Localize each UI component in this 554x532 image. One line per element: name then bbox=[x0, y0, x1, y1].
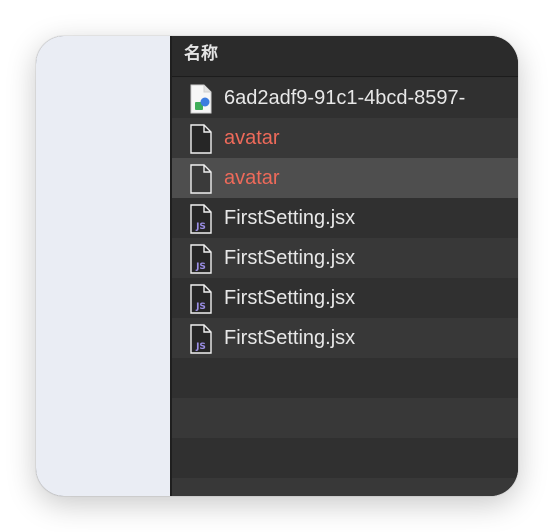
file-name: avatar bbox=[224, 167, 280, 189]
column-header[interactable]: 名称 bbox=[172, 36, 518, 77]
file-list: 名称 6ad2adf9-91c1-4bcd-8597- avatar avata… bbox=[172, 36, 518, 496]
empty-row bbox=[172, 478, 518, 496]
sidebar bbox=[36, 36, 170, 496]
file-row[interactable]: JS FirstSetting.jsx bbox=[172, 278, 518, 318]
file-name: avatar bbox=[224, 127, 280, 149]
finder-window: 名称 6ad2adf9-91c1-4bcd-8597- avatar avata… bbox=[36, 36, 518, 496]
jsx-file-icon: JS bbox=[188, 284, 214, 314]
jsx-badge: JS bbox=[195, 222, 206, 232]
blank-file-icon bbox=[188, 124, 214, 154]
empty-row bbox=[172, 398, 518, 438]
empty-row bbox=[172, 358, 518, 398]
file-row-selected[interactable]: avatar bbox=[172, 158, 518, 198]
jsx-badge: JS bbox=[195, 342, 206, 352]
jsx-badge: JS bbox=[195, 302, 206, 312]
jsx-file-icon: JS bbox=[188, 204, 214, 234]
file-row[interactable]: 6ad2adf9-91c1-4bcd-8597- bbox=[172, 78, 518, 118]
file-name: FirstSetting.jsx bbox=[224, 287, 356, 309]
file-name: 6ad2adf9-91c1-4bcd-8597- bbox=[224, 87, 466, 109]
jsx-badge: JS bbox=[195, 262, 206, 272]
column-header-name[interactable]: 名称 bbox=[184, 39, 218, 64]
file-name: FirstSetting.jsx bbox=[224, 327, 356, 349]
image-file-icon bbox=[188, 84, 214, 114]
file-row[interactable]: JS FirstSetting.jsx bbox=[172, 238, 518, 278]
empty-row bbox=[172, 438, 518, 478]
jsx-file-icon: JS bbox=[188, 324, 214, 354]
jsx-file-icon: JS bbox=[188, 244, 214, 274]
file-row[interactable]: JS FirstSetting.jsx bbox=[172, 318, 518, 358]
file-row[interactable]: avatar bbox=[172, 118, 518, 158]
file-name: FirstSetting.jsx bbox=[224, 207, 356, 229]
file-row[interactable]: JS FirstSetting.jsx bbox=[172, 198, 518, 238]
blank-file-icon bbox=[188, 164, 214, 194]
file-rows: 6ad2adf9-91c1-4bcd-8597- avatar avatar J… bbox=[172, 78, 518, 496]
file-name: FirstSetting.jsx bbox=[224, 247, 356, 269]
